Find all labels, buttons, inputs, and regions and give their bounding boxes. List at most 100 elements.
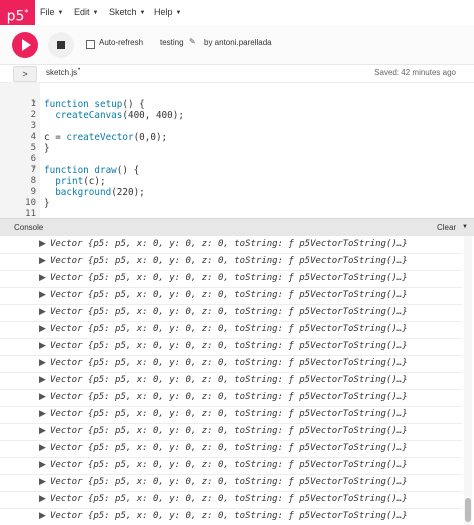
p5-logo[interactable]: p5* (0, 0, 35, 25)
expand-arrow-icon[interactable]: ▶ (39, 425, 46, 436)
line-number: 3 (30, 121, 36, 131)
code-line: c = createVector(0,0); (44, 132, 168, 143)
console-entry-text: Vector {p5: p5, x: 0, y: 0, z: 0, toStri… (50, 460, 408, 470)
code-line: function setup() { (44, 99, 145, 110)
console-entry-text: Vector {p5: p5, x: 0, y: 0, z: 0, toStri… (50, 392, 408, 402)
console-entry-text: Vector {p5: p5, x: 0, y: 0, z: 0, toStri… (50, 341, 408, 351)
menu-help[interactable]: Help ▼ (154, 0, 181, 25)
expand-arrow-icon[interactable]: ▶ (39, 493, 46, 504)
console-entry-text: Vector {p5: p5, x: 0, y: 0, z: 0, toStri… (50, 358, 408, 368)
expand-arrow-icon[interactable]: ▶ (39, 459, 46, 470)
clear-console-button[interactable]: Clear (437, 223, 456, 232)
expand-arrow-icon[interactable]: ▶ (39, 340, 46, 351)
console-entry[interactable]: ▶ Vector {p5: p5, x: 0, y: 0, z: 0, toStr… (0, 440, 462, 458)
stop-icon (57, 41, 65, 49)
saved-status: Saved: 42 minutes ago (374, 68, 456, 77)
caret-down-icon: ▼ (57, 10, 64, 16)
play-icon (22, 39, 31, 51)
console-entry[interactable]: ▶ Vector {p5: p5, x: 0, y: 0, z: 0, toStr… (0, 457, 462, 475)
fold-arrow-icon[interactable]: ▼ (31, 166, 37, 172)
console-entry[interactable]: ▶ Vector {p5: p5, x: 0, y: 0, z: 0, toStr… (0, 389, 462, 407)
line-number-gutter: 1 2 3 4 5 6 7 8 9 10 11 ▼ ▼ (0, 83, 40, 219)
console-entry[interactable]: ▶ Vector {p5: p5, x: 0, y: 0, z: 0, toStr… (0, 304, 462, 322)
console-entry-text: Vector {p5: p5, x: 0, y: 0, z: 0, toStri… (50, 256, 408, 266)
console-entry-text: Vector {p5: p5, x: 0, y: 0, z: 0, toStri… (50, 273, 408, 283)
fold-arrow-icon[interactable]: ▼ (31, 100, 37, 106)
line-number: 8 (30, 176, 36, 186)
line-number: 4 (30, 132, 36, 142)
expand-arrow-icon[interactable]: ▶ (39, 238, 46, 249)
console-entry[interactable]: ▶ Vector {p5: p5, x: 0, y: 0, z: 0, toStr… (0, 508, 462, 525)
line-number: 2 (30, 110, 36, 120)
console-entry-text: Vector {p5: p5, x: 0, y: 0, z: 0, toStri… (50, 477, 408, 487)
scrollbar-thumb[interactable] (465, 498, 471, 522)
sidebar-toggle-button[interactable]: > (13, 66, 37, 82)
console-entry[interactable]: ▶ Vector {p5: p5, x: 0, y: 0, z: 0, toStr… (0, 423, 462, 441)
console-entry[interactable]: ▶ Vector {p5: p5, x: 0, y: 0, z: 0, toStr… (0, 253, 462, 271)
code-line: print(c); (55, 176, 106, 187)
code-line: createCanvas(400, 400); (55, 110, 184, 121)
menu-file[interactable]: File ▼ (40, 0, 63, 25)
expand-arrow-icon[interactable]: ▶ (39, 357, 46, 368)
menu-edit[interactable]: Edit ▼ (74, 0, 98, 25)
sketch-author: by antoni.parellada (204, 38, 272, 47)
file-tab-sketch[interactable]: sketch.js (46, 68, 77, 77)
expand-arrow-icon[interactable]: ▶ (39, 289, 46, 300)
console-entry[interactable]: ▶ Vector {p5: p5, x: 0, y: 0, z: 0, toStr… (0, 236, 462, 254)
console-scrollbar[interactable] (464, 236, 472, 525)
console-entry-text: Vector {p5: p5, x: 0, y: 0, z: 0, toStri… (50, 409, 408, 419)
console-entry[interactable]: ▶ Vector {p5: p5, x: 0, y: 0, z: 0, toStr… (0, 474, 462, 492)
expand-arrow-icon[interactable]: ▶ (39, 391, 46, 402)
console-entry[interactable]: ▶ Vector {p5: p5, x: 0, y: 0, z: 0, toStr… (0, 355, 462, 373)
menu-sketch[interactable]: Sketch ▼ (109, 0, 145, 25)
console-output: ▶ Vector {p5: p5, x: 0, y: 0, z: 0, toStr… (0, 236, 474, 525)
console-entry-text: Vector {p5: p5, x: 0, y: 0, z: 0, toStri… (50, 307, 408, 317)
console-entry-text: Vector {p5: p5, x: 0, y: 0, z: 0, toStri… (50, 290, 408, 300)
console-entry[interactable]: ▶ Vector {p5: p5, x: 0, y: 0, z: 0, toStr… (0, 406, 462, 424)
caret-down-icon[interactable]: ▼ (462, 224, 468, 230)
autorefresh-checkbox[interactable] (86, 40, 95, 49)
console-entry-text: Vector {p5: p5, x: 0, y: 0, z: 0, toStri… (50, 426, 408, 436)
console-entry-text: Vector {p5: p5, x: 0, y: 0, z: 0, toStri… (50, 511, 408, 521)
console-title: Console (14, 223, 44, 232)
expand-arrow-icon[interactable]: ▶ (39, 255, 46, 266)
code-line: function draw() { (44, 165, 140, 176)
file-tab-bar: > sketch.js • Saved: 42 minutes ago (0, 65, 474, 83)
pencil-icon[interactable]: ✎ (189, 37, 196, 46)
menubar: p5* File ▼ Edit ▼ Sketch ▼ Help ▼ (0, 0, 474, 26)
caret-down-icon: ▼ (92, 10, 99, 16)
line-number: 9 (30, 187, 36, 197)
console-header: Console Clear ▼ (0, 218, 474, 236)
console-entry-text: Vector {p5: p5, x: 0, y: 0, z: 0, toStri… (50, 375, 408, 385)
toolbar: Auto-refresh testing ✎ by antoni.parella… (0, 25, 474, 65)
caret-down-icon: ▼ (175, 10, 182, 16)
code-line: background(220); (55, 187, 145, 198)
expand-arrow-icon[interactable]: ▶ (39, 323, 46, 334)
code-line: } (44, 198, 50, 209)
line-number: 6 (30, 154, 36, 164)
expand-arrow-icon[interactable]: ▶ (39, 476, 46, 487)
expand-arrow-icon[interactable]: ▶ (39, 272, 46, 283)
console-entry[interactable]: ▶ Vector {p5: p5, x: 0, y: 0, z: 0, toStr… (0, 338, 462, 356)
console-entry-text: Vector {p5: p5, x: 0, y: 0, z: 0, toStri… (50, 494, 408, 504)
console-entry[interactable]: ▶ Vector {p5: p5, x: 0, y: 0, z: 0, toStr… (0, 491, 462, 509)
code-editor[interactable]: 1 2 3 4 5 6 7 8 9 10 11 ▼ ▼ function set… (0, 83, 474, 219)
sketch-name[interactable]: testing (160, 38, 184, 47)
caret-down-icon: ▼ (139, 10, 146, 16)
expand-arrow-icon[interactable]: ▶ (39, 408, 46, 419)
expand-arrow-icon[interactable]: ▶ (39, 374, 46, 385)
console-entry[interactable]: ▶ Vector {p5: p5, x: 0, y: 0, z: 0, toStr… (0, 372, 462, 390)
autorefresh-label[interactable]: Auto-refresh (99, 38, 143, 47)
unsaved-indicator: • (78, 67, 81, 73)
console-entry[interactable]: ▶ Vector {p5: p5, x: 0, y: 0, z: 0, toStr… (0, 287, 462, 305)
code-line: } (44, 143, 50, 154)
stop-button[interactable] (48, 32, 74, 58)
expand-arrow-icon[interactable]: ▶ (39, 306, 46, 317)
console-entry-text: Vector {p5: p5, x: 0, y: 0, z: 0, toStri… (50, 239, 408, 249)
expand-arrow-icon[interactable]: ▶ (39, 442, 46, 453)
expand-arrow-icon[interactable]: ▶ (39, 510, 46, 521)
console-entry-text: Vector {p5: p5, x: 0, y: 0, z: 0, toStri… (50, 324, 408, 334)
console-entry[interactable]: ▶ Vector {p5: p5, x: 0, y: 0, z: 0, toStr… (0, 321, 462, 339)
play-button[interactable] (12, 32, 38, 58)
console-entry[interactable]: ▶ Vector {p5: p5, x: 0, y: 0, z: 0, toStr… (0, 270, 462, 288)
